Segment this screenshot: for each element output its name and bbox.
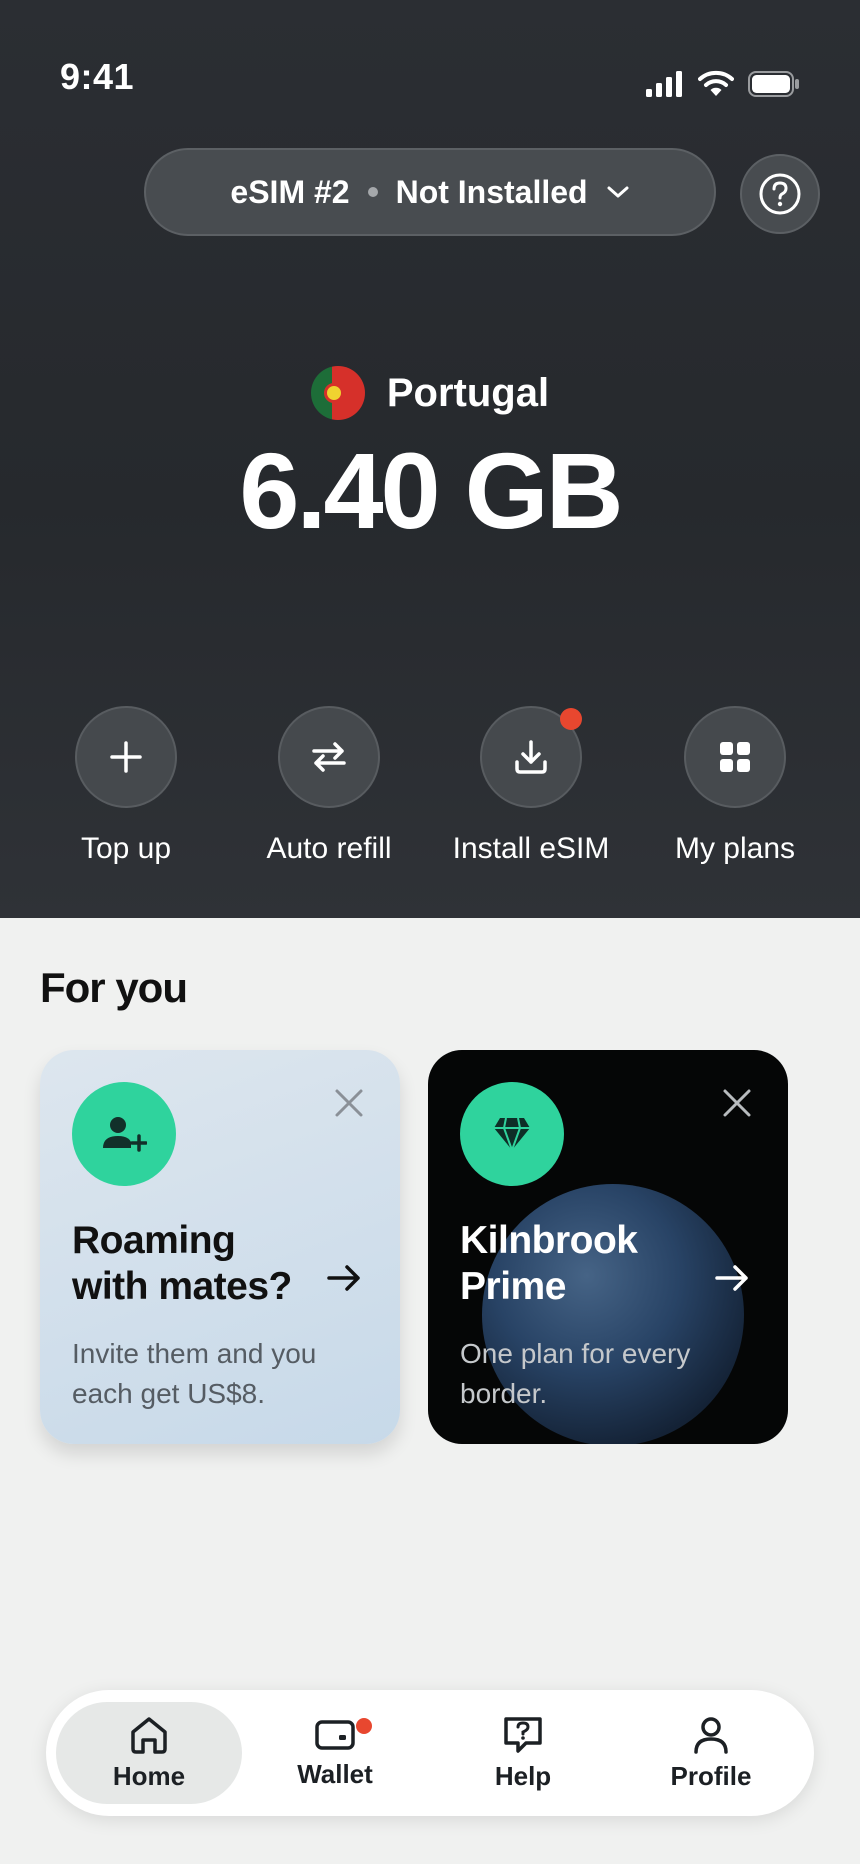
- plus-icon: [110, 741, 142, 773]
- esim-selector-button[interactable]: eSIM #2 Not Installed: [144, 148, 716, 236]
- card-description: Invite them and you each get US$8.: [72, 1338, 317, 1409]
- action-circle: [480, 706, 582, 808]
- nav-wallet[interactable]: Wallet: [242, 1702, 428, 1804]
- card-title: Roaming with mates?: [72, 1219, 292, 1308]
- esim-status: Not Installed: [395, 173, 588, 210]
- arrow-right-icon[interactable]: [712, 1258, 752, 1298]
- card-title: Kilnbrook Prime: [460, 1219, 638, 1308]
- card-description: One plan for every border.: [460, 1338, 691, 1409]
- home-icon: [131, 1716, 167, 1754]
- bottom-nav: Home Wallet Help Profile: [46, 1690, 814, 1816]
- status-bar: 9:41: [0, 0, 860, 150]
- status-time: 9:41: [60, 56, 135, 97]
- portugal-flag-icon: [310, 366, 365, 420]
- profile-icon: [694, 1716, 728, 1754]
- question-circle-icon: [759, 173, 801, 215]
- swap-arrows-icon: [312, 742, 346, 772]
- notification-badge: [356, 1718, 372, 1734]
- action-circle: [75, 706, 177, 808]
- top-up-button[interactable]: Top up: [26, 706, 226, 866]
- nav-home[interactable]: Home: [56, 1702, 242, 1804]
- nav-help[interactable]: Help: [430, 1702, 616, 1804]
- action-circle: [278, 706, 380, 808]
- diamond-icon: [494, 1117, 530, 1151]
- nav-label: Home: [112, 1760, 186, 1791]
- prime-card[interactable]: Kilnbrook Prime One plan for every borde…: [428, 1050, 788, 1444]
- install-esim-button[interactable]: Install eSIM: [431, 706, 631, 866]
- card-icon: [460, 1082, 564, 1186]
- signal-icon: [646, 71, 682, 97]
- hero-section: 9:41 eSIM #2 Not Installed Portugal 6.40…: [0, 0, 860, 918]
- action-label: Auto refill: [266, 832, 392, 865]
- nav-label: Profile: [670, 1760, 752, 1791]
- wifi-icon: [698, 70, 734, 96]
- nav-profile[interactable]: Profile: [618, 1702, 804, 1804]
- data-remaining: 6.40 GB: [239, 430, 623, 551]
- action-label: Top up: [80, 832, 172, 865]
- chevron-down-icon: [607, 186, 629, 198]
- close-icon[interactable]: [720, 1086, 754, 1120]
- notification-badge: [560, 708, 582, 730]
- action-label: My plans: [674, 832, 796, 865]
- nav-label: Wallet: [297, 1758, 373, 1789]
- esim-name: eSIM #2: [230, 173, 350, 210]
- card-icon: [72, 1082, 176, 1186]
- status-icons: [646, 70, 800, 98]
- help-button[interactable]: [740, 154, 820, 234]
- auto-refill-button[interactable]: Auto refill: [229, 706, 429, 866]
- help-chat-icon: [504, 1716, 542, 1753]
- add-user-icon: [103, 1117, 147, 1152]
- country-name: Portugal: [386, 370, 550, 415]
- action-label: Install eSIM: [452, 832, 610, 865]
- referral-card[interactable]: Roaming with mates? Invite them and you …: [40, 1050, 400, 1444]
- wallet-icon: [315, 1719, 355, 1750]
- action-circle: [684, 706, 786, 808]
- plan-country: Portugal: [0, 366, 860, 420]
- grid-icon: [720, 742, 750, 772]
- nav-label: Help: [494, 1760, 552, 1791]
- battery-icon: [748, 71, 799, 97]
- download-icon: [515, 740, 547, 774]
- close-icon[interactable]: [332, 1086, 366, 1120]
- for-you-title: For you: [40, 964, 188, 1011]
- my-plans-button[interactable]: My plans: [635, 706, 835, 866]
- arrow-right-icon[interactable]: [324, 1258, 364, 1298]
- separator-dot: [367, 187, 378, 197]
